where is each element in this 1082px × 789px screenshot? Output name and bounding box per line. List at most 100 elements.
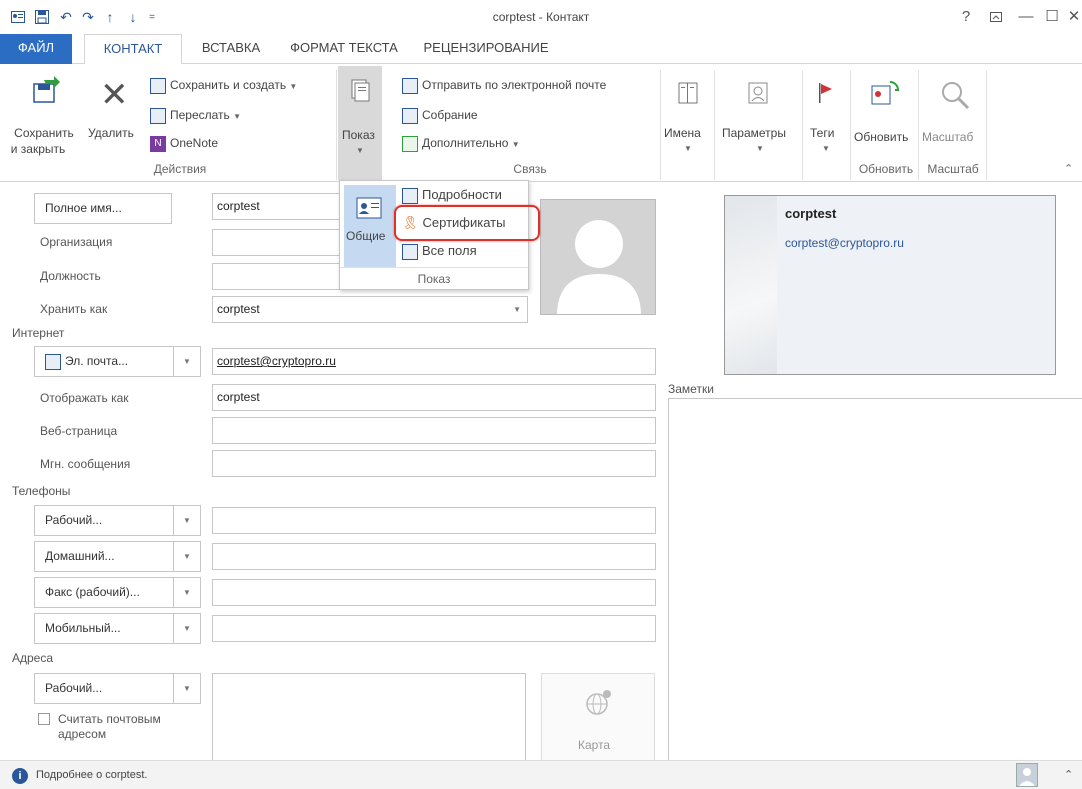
- map-button[interactable]: Карта: [541, 673, 655, 763]
- web-page-label: Веб-страница: [40, 424, 118, 438]
- update-button[interactable]: Обновить: [854, 70, 914, 160]
- phone-work-dropdown[interactable]: ▼: [173, 505, 201, 536]
- file-as-label: Хранить как: [40, 302, 108, 316]
- mailing-address-label-1: Считать почтовым: [58, 712, 161, 726]
- tab-insert[interactable]: ВСТАВКА: [192, 34, 270, 64]
- chevron-down-icon: ▼: [356, 146, 364, 155]
- group-separator: [850, 70, 851, 180]
- file-as-field[interactable]: corptest ▼: [212, 296, 528, 323]
- phone-home-field[interactable]: [212, 543, 656, 570]
- tab-file[interactable]: ФАЙЛ: [0, 34, 72, 64]
- meeting-button[interactable]: Собрание: [402, 108, 478, 124]
- window-title: corptest - Контакт: [492, 10, 590, 24]
- email-button[interactable]: Эл. почта...: [34, 346, 174, 377]
- more-button[interactable]: Дополнительно ▼: [402, 136, 520, 152]
- meeting-icon: [402, 108, 418, 124]
- maximize-button[interactable]: ☐: [1040, 6, 1064, 28]
- ribbon: Сохранить и закрыть ✕ Удалить Сохранить …: [0, 64, 1082, 182]
- flag-icon: [818, 82, 834, 107]
- ribbon-display-button[interactable]: [984, 6, 1008, 28]
- group-communicate-label: Связь: [513, 162, 547, 176]
- email-field[interactable]: corptest@cryptopro.ru: [212, 348, 656, 375]
- group-actions-label: Действия: [153, 162, 207, 176]
- help-button[interactable]: ?: [954, 6, 978, 28]
- menu-details-item[interactable]: Подробности: [402, 187, 502, 204]
- menu-all-fields-item[interactable]: Все поля: [402, 243, 477, 260]
- zoom-button[interactable]: Масштаб: [922, 70, 984, 160]
- onenote-icon: N: [150, 136, 166, 152]
- menu-certificates-item[interactable]: 🎗 Сертификаты: [402, 215, 505, 231]
- section-internet: Интернет: [12, 326, 65, 340]
- display-as-field[interactable]: corptest: [212, 384, 656, 411]
- phone-work-field[interactable]: [212, 507, 656, 534]
- job-title-field[interactable]: [212, 263, 342, 290]
- send-email-button[interactable]: Отправить по электронной почте: [402, 78, 606, 94]
- delete-label: Удалить: [88, 126, 134, 140]
- display-as-label: Отображать как: [40, 391, 129, 405]
- options-label: Параметры: [722, 126, 786, 140]
- menu-certificates-label: Сертификаты: [422, 215, 506, 230]
- onenote-button[interactable]: N OneNote: [150, 136, 218, 152]
- full-name-field[interactable]: corptest: [212, 193, 342, 220]
- collapse-ribbon-icon[interactable]: ⌃: [1064, 162, 1073, 175]
- chevron-down-icon: ▼: [822, 144, 830, 153]
- card-name: corptest: [785, 206, 837, 221]
- menu-general-item[interactable]: Общие: [344, 185, 396, 267]
- address-work-button[interactable]: Рабочий...: [34, 673, 174, 704]
- email-dropdown[interactable]: ▼: [173, 346, 201, 377]
- save-close-button[interactable]: Сохранить и закрыть: [8, 70, 80, 160]
- email-button-label: Эл. почта...: [65, 354, 129, 368]
- show-button[interactable]: Показ ▼: [338, 66, 382, 180]
- group-separator: [714, 70, 715, 180]
- chevron-down-icon: ▼: [183, 684, 191, 693]
- delete-button[interactable]: ✕ Удалить: [88, 70, 144, 160]
- save-new-button[interactable]: Сохранить и создать ▼: [150, 78, 297, 94]
- business-card[interactable]: corptest corptest@cryptopro.ru: [724, 195, 1056, 375]
- section-addresses: Адреса: [12, 651, 54, 665]
- update-contact-icon: [870, 80, 900, 109]
- phone-mobile-dropdown[interactable]: ▼: [173, 613, 201, 644]
- tab-format-text[interactable]: ФОРМАТ ТЕКСТА: [284, 34, 404, 64]
- phone-home-button[interactable]: Домашний...: [34, 541, 174, 572]
- phone-fax-field[interactable]: [212, 579, 656, 606]
- expand-people-pane-icon[interactable]: ⌃: [1064, 768, 1073, 781]
- tab-contact[interactable]: КОНТАКТ: [84, 34, 182, 65]
- phone-home-dropdown[interactable]: ▼: [173, 541, 201, 572]
- im-field[interactable]: [212, 450, 656, 477]
- company-field[interactable]: [212, 229, 342, 256]
- email-card-icon: [402, 78, 418, 94]
- mailing-address-checkbox[interactable]: [38, 713, 50, 725]
- full-name-button[interactable]: Полное имя...: [34, 193, 172, 224]
- chevron-down-icon: ▼: [513, 305, 521, 314]
- ribbon-tabs: ФАЙЛ КОНТАКТ ВСТАВКА ФОРМАТ ТЕКСТА РЕЦЕН…: [0, 34, 1082, 65]
- phone-fax-dropdown[interactable]: ▼: [173, 577, 201, 608]
- chevron-down-icon: ▼: [183, 588, 191, 597]
- phone-fax-button[interactable]: Факс (рабочий)...: [34, 577, 174, 608]
- tags-button[interactable]: Теги ▼: [806, 70, 846, 160]
- notes-label: Заметки: [668, 382, 714, 396]
- phone-work-button[interactable]: Рабочий...: [34, 505, 174, 536]
- phone-mobile-button[interactable]: Мобильный...: [34, 613, 174, 644]
- people-pane-icon[interactable]: [1016, 763, 1038, 787]
- contact-photo[interactable]: [540, 199, 656, 315]
- close-button[interactable]: ✕: [1062, 6, 1082, 28]
- forward-icon: [150, 108, 166, 124]
- names-button[interactable]: Имена ▼: [664, 70, 712, 160]
- status-text[interactable]: Подробнее о corptest.: [36, 769, 147, 781]
- notes-field[interactable]: [668, 398, 1082, 760]
- tab-review[interactable]: РЕЦЕНЗИРОВАНИЕ: [418, 34, 554, 64]
- all-fields-icon: [402, 243, 418, 260]
- company-label: Организация: [40, 235, 113, 249]
- options-button[interactable]: Параметры ▼: [718, 70, 802, 160]
- forward-button[interactable]: Переслать ▼: [150, 108, 241, 124]
- details-icon: [402, 187, 418, 204]
- show-dropdown-menu: Общие Подробности 🎗 Сертификаты Все поля …: [339, 180, 540, 290]
- address-work-dropdown[interactable]: ▼: [173, 673, 201, 704]
- person-silhouette-icon: [557, 220, 641, 314]
- web-page-field[interactable]: [212, 417, 656, 444]
- minimize-button[interactable]: —: [1014, 6, 1038, 28]
- phone-mobile-field[interactable]: [212, 615, 656, 642]
- chevron-down-icon: ▼: [511, 140, 520, 150]
- globe-pin-icon: [584, 688, 614, 721]
- address-field[interactable]: [212, 673, 526, 763]
